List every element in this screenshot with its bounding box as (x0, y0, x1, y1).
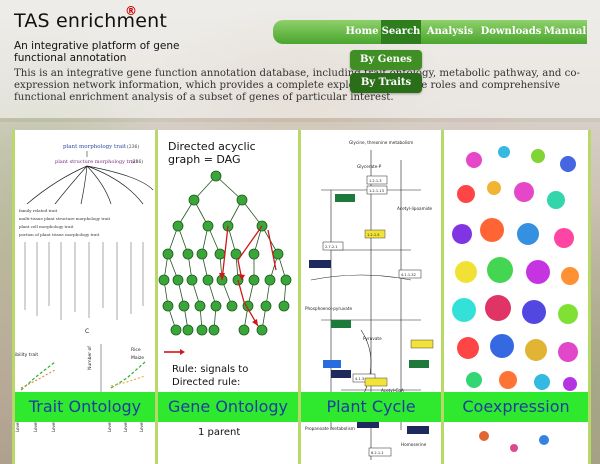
trait-ontology-label[interactable]: Trait Ontology (15, 392, 155, 422)
go-rule-2: Directed rule: (172, 377, 240, 388)
card-gene-ontology[interactable]: Directed acyclic graph = DAG Rule: signa… (155, 130, 301, 464)
to-legend-rice: Rice (131, 347, 141, 353)
to-leaf-3: plant cell morphology trait (19, 224, 74, 229)
to-axis-b: ibility trait (15, 352, 38, 358)
coexpression-label[interactable]: Coexpression (444, 392, 588, 422)
pc-ec-7: 1.2.1.5 (367, 233, 380, 237)
pc-label-1: Glycine, threonine metabolism (349, 140, 413, 145)
to-child: plant structure morphology trait (55, 159, 138, 165)
gene-ontology-label[interactable]: Gene Ontology (158, 392, 298, 422)
to-root-id: (236) (127, 143, 139, 150)
pc-label-7: Propanoate metabolism (305, 426, 355, 431)
pc-ec-3: 2.7.2.1 (325, 245, 338, 249)
site-title[interactable]: TAS enrichment (14, 10, 167, 32)
nav-manual[interactable]: Manual (543, 20, 587, 44)
plant-cycle-label[interactable]: Plant Cycle (301, 392, 441, 422)
to-legend-maize: Maize (131, 355, 144, 361)
pc-label-3: Acetyl-lipoamide (397, 206, 432, 211)
intro-paragraph: This is an integrative gene function ann… (14, 68, 580, 103)
card-coexpression[interactable]: Coexpression (441, 130, 591, 464)
go-title-1: Directed acyclic (168, 140, 256, 153)
pc-label-8: Homoserine (401, 442, 427, 447)
to-leaf-2: multi-tissue plant structure morphology … (19, 216, 111, 221)
nav-downloads[interactable]: Downloads (479, 20, 543, 44)
pc-ec-4: 4.1.3 (355, 377, 364, 381)
card-plant-cycle[interactable]: Glycine, threonine metabolism Glycerate-… (298, 130, 444, 464)
to-axis-a: Number of (87, 346, 93, 370)
registered-mark: ® (125, 4, 137, 18)
nav-analysis[interactable]: Analysis (423, 20, 477, 44)
nav-search[interactable]: Search (381, 20, 421, 44)
search-dropdown: By Genes By Traits (350, 50, 422, 96)
search-by-traits[interactable]: By Traits (350, 73, 422, 93)
go-title-2: graph = DAG (168, 153, 241, 166)
to-leaf-1: family related trait (19, 208, 58, 213)
pc-ec-5: 6.2.1.1 (371, 451, 384, 455)
go-rule-3: 1 parent (198, 427, 240, 438)
to-leaf-4: portion of plant tissue morphology trait (19, 232, 100, 237)
card-trait-ontology[interactable]: plant morphology trait (236) plant struc… (12, 130, 158, 464)
to-panel-c: C (85, 328, 89, 335)
main-nav: Home Search Analysis Downloads Manual (273, 20, 587, 44)
to-child-id: (236) (131, 158, 143, 165)
pc-label-2: Glycerate-P (357, 164, 382, 169)
pc-ec-6: 1.2.1.13 (369, 189, 384, 193)
pc-ec-1: 1.2.1.3 (369, 179, 382, 183)
brand[interactable]: TAS enrichment ® (14, 4, 167, 32)
search-by-genes[interactable]: By Genes (350, 50, 422, 70)
site-subtitle: An integrative platform of gene function… (14, 40, 180, 64)
nav-home[interactable]: Home (343, 20, 381, 44)
go-rule-1: Rule: signals to (172, 364, 248, 375)
pc-ec-2: 4.1.1.32 (401, 273, 416, 277)
pc-label-4: Phosphoenol-pyruvate (305, 306, 352, 311)
pc-label-5: Pyruvate (363, 336, 382, 341)
to-root: plant morphology trait (63, 144, 127, 150)
